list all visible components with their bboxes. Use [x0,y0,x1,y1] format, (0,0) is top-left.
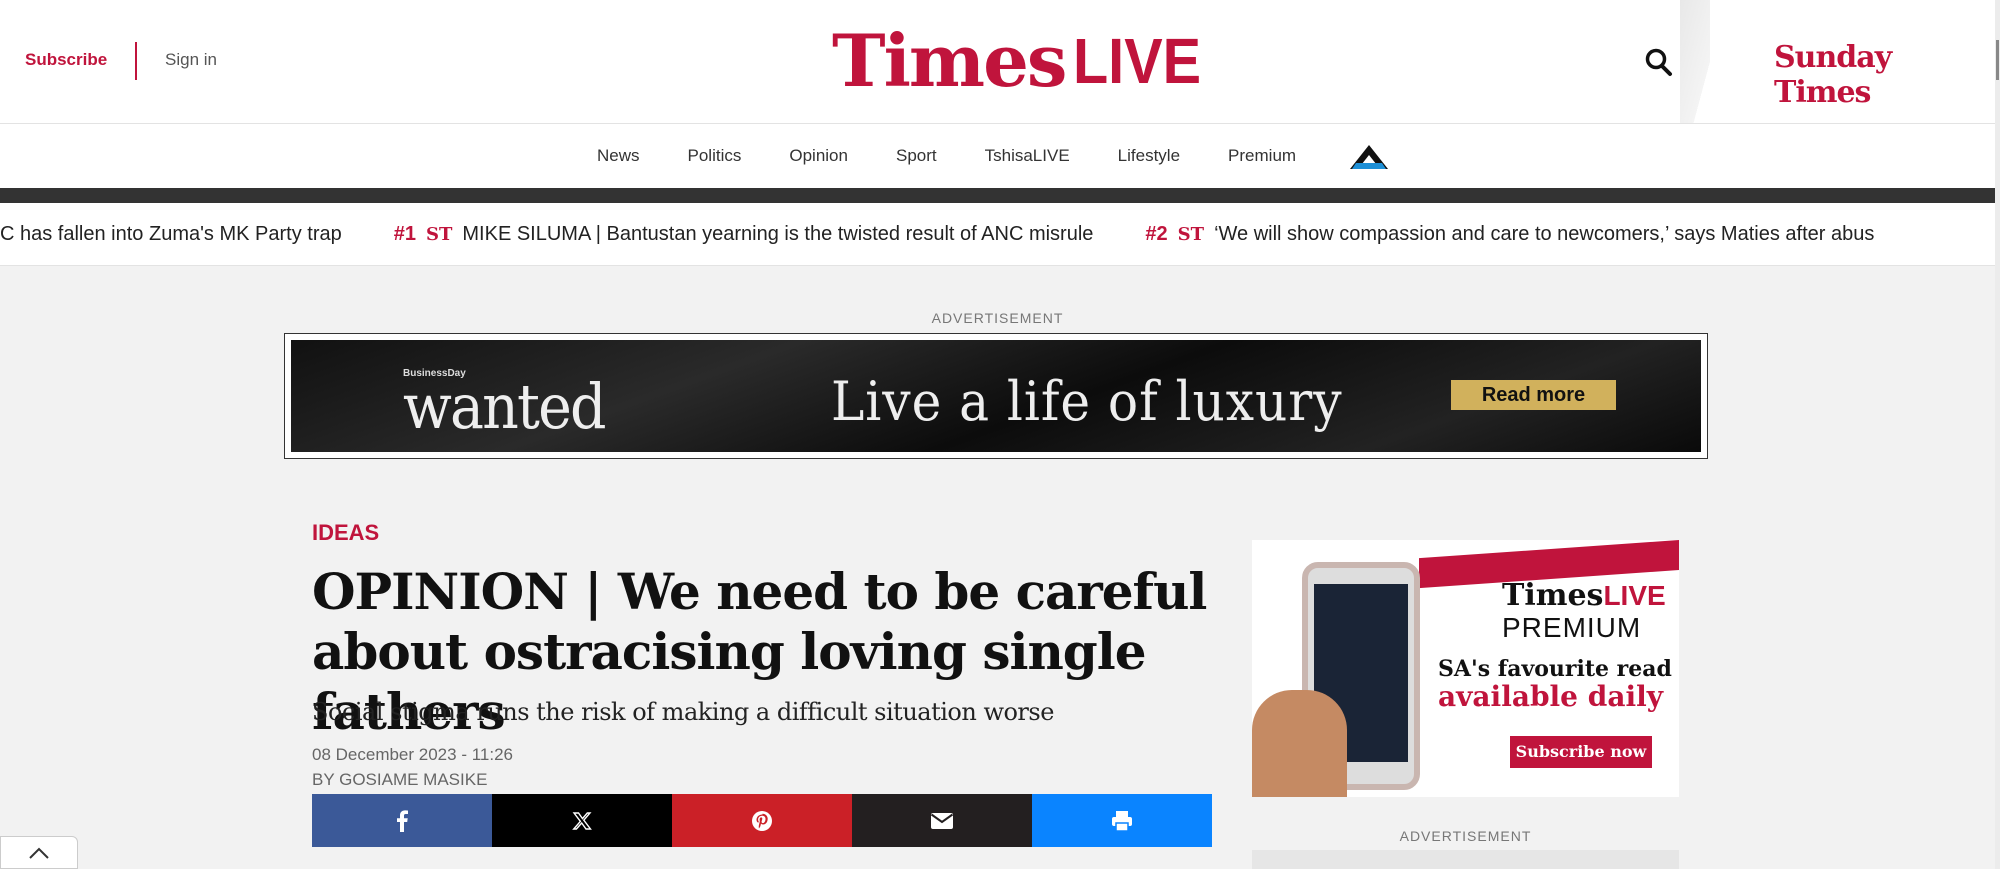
share-facebook-button[interactable] [312,794,492,847]
ticker-item-lead[interactable]: C has fallen into Zuma's MK Party trap [0,223,342,246]
subscribe-link[interactable]: Subscribe [25,50,107,70]
share-bar [312,794,1212,847]
vertical-scrollbar[interactable] [1995,0,2000,869]
side-ad-preview[interactable] [1252,850,1679,869]
nav-item-premium[interactable]: Premium [1228,146,1296,166]
article-date: 08 December 2023 - 11:26 [312,745,513,764]
promo-subscribe-button[interactable]: Subscribe now [1510,736,1652,768]
nav-item-opinion[interactable]: Opinion [789,146,848,166]
signin-link[interactable]: Sign in [165,50,217,70]
promo-brand: TimesLIVE [1502,578,1666,613]
advertisement-label: ADVERTISEMENT [931,310,1064,326]
sunday-times-logo[interactable]: Sunday Times [1774,40,1995,110]
premium-promo-ad[interactable]: TimesLIVE PREMIUM SA's favourite read av… [1252,540,1679,797]
site-header: Subscribe Sign in Times LIVE Sunday Time… [0,0,1995,124]
article-byline: BY GOSIAME MASIKE [312,770,488,789]
ticker-track: C has fallen into Zuma's MK Party trap #… [0,223,1926,246]
article-category[interactable]: IDEAS [312,520,379,546]
nav-item-sport[interactable]: Sport [896,146,937,166]
sunday-times-icon: ST [1177,224,1205,245]
nav-items: News Politics Opinion Sport TshisaLIVE L… [597,124,1392,188]
chevron-up-icon [29,847,49,859]
nav-dark-bar [0,188,1995,203]
ad-tagline: Live a life of luxury [831,370,1343,433]
ticker-headline: MIKE SILUMA | Bantustan yearning is the … [462,223,1094,245]
promo-line-1: SA's favourite read [1438,656,1672,682]
ticker-lead-text: C has fallen into Zuma's MK Party trap [0,223,342,245]
scrollbar-thumb[interactable] [1996,40,1999,80]
nav-item-politics[interactable]: Politics [688,146,742,166]
promo-brand-live: LIVE [1603,580,1666,611]
logo-times-text: Times [832,18,1067,103]
sunday-times-icon: ST [425,224,453,245]
header-divider [135,42,137,80]
nav-item-tshisalive[interactable]: TshisaLIVE [985,146,1070,166]
ticker-headline: ‘We will show compassion and care to new… [1214,223,1875,245]
trending-ticker: C has fallen into Zuma's MK Party trap #… [0,203,1995,266]
facebook-icon [397,809,408,832]
promo-premium: PREMIUM [1502,612,1642,643]
promo-line-2: available daily [1438,680,1664,713]
ticker-rank: #2 [1145,223,1168,245]
timeslive-logo[interactable]: Times LIVE [832,18,1216,103]
a-logo-icon[interactable] [1346,141,1392,171]
ticker-item-2[interactable]: #2 ST ‘We will show compassion and care … [1145,223,1874,246]
pinterest-icon [752,810,772,831]
share-pinterest-button[interactable] [672,794,852,847]
main-nav: News Politics Opinion Sport TshisaLIVE L… [0,124,1995,188]
share-print-button[interactable] [1032,794,1212,847]
article-subheadline: Social stigma runs the risk of making a … [312,698,1054,726]
email-icon [930,812,954,829]
ad-read-more-button[interactable]: Read more [1451,380,1616,410]
nav-item-lifestyle[interactable]: Lifestyle [1118,146,1180,166]
ticker-item-1[interactable]: #1 ST MIKE SILUMA | Bantustan yearning i… [394,223,1094,246]
ad-brand: wanted [403,370,607,443]
x-icon [572,811,592,830]
side-advertisement-label: ADVERTISEMENT [1399,828,1532,844]
share-x-button[interactable] [492,794,672,847]
hand-image [1252,690,1347,797]
promo-brand-times: Times [1502,578,1604,613]
share-email-button[interactable] [852,794,1032,847]
search-icon[interactable] [1644,46,1674,78]
ticker-rank: #1 [393,223,416,245]
ad-banner[interactable]: BusinessDay wanted Live a life of luxury… [284,333,1708,459]
print-icon [1112,810,1132,832]
ad-banner-content: BusinessDay wanted Live a life of luxury… [291,340,1701,452]
logo-live-text: LIVE [1073,25,1202,97]
nav-item-news[interactable]: News [597,146,640,166]
scroll-to-top-button[interactable] [0,836,78,869]
